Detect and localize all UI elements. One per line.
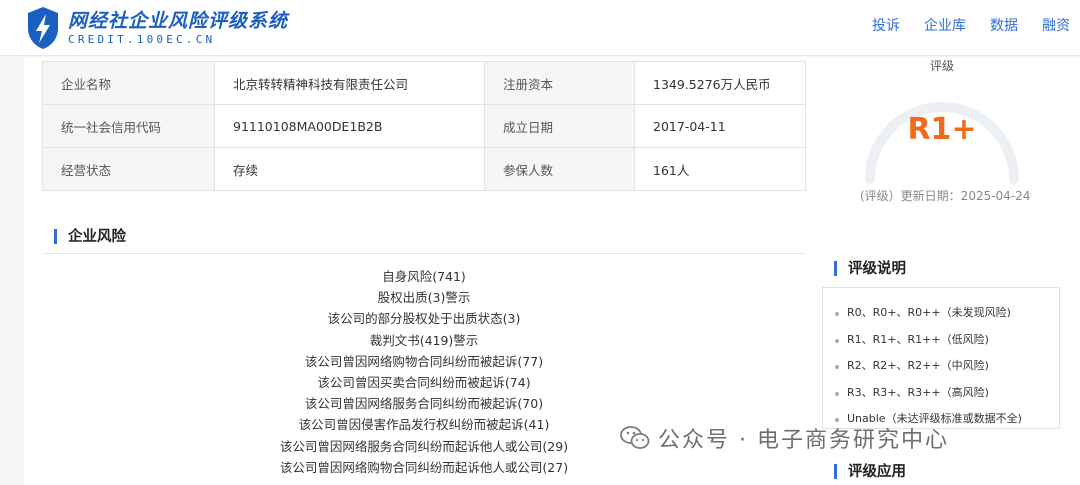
logo-subtitle: CREDIT.100EC.CN [68,33,216,46]
table-row: 企业名称 北京转转精神科技有限责任公司 注册资本 1349.5276万人民币 [42,61,806,105]
label-registered-capital: 注册资本 [484,61,635,105]
list-item: R2、R2+、R2++（中风险) [823,353,1059,380]
list-item[interactable]: 该公司的部分股权处于出质状态(3) [42,308,806,329]
list-item: R0、R0+、R0++（未发现风险) [823,300,1059,327]
list-item[interactable]: 该公司曾因网络购物合同纠纷而起诉他人或公司(27) [42,457,806,478]
watermark-text: 公众号 · 电子商务研究中心 [658,428,949,453]
site-logo[interactable]: 网经社企业风险评级系统 CREDIT.100EC.CN [26,6,288,50]
value-founded-date: 2017-04-11 [634,104,806,148]
list-item[interactable]: 自身风险(741) [42,266,806,287]
value-registered-capital: 1349.5276万人民币 [634,61,806,105]
rating-apply-title: 评级应用 [834,463,906,481]
nav-financing[interactable]: 融资 [1042,16,1070,36]
rating-value: R1+ [907,112,977,147]
value-status: 存续 [214,147,485,191]
value-credit-code: 91110108MA00DE1B2B [214,104,485,148]
main-content: 企业名称 北京转转精神科技有限责任公司 注册资本 1349.5276万人民币 统… [24,57,1080,485]
watermark: 公众号 · 电子商务研究中心 [620,422,949,454]
table-row: 统一社会信用代码 91110108MA00DE1B2B 成立日期 2017-04… [42,104,806,148]
list-item[interactable]: 该公司曾因网络服务合同纠纷而被起诉(70) [42,393,806,414]
table-row: 经营状态 存续 参保人数 161人 [42,147,806,191]
list-item: R3、R3+、R3++（高风险) [823,380,1059,407]
value-insured-count: 161人 [634,147,806,191]
nav-company-library[interactable]: 企业库 [924,16,966,36]
list-item[interactable]: 股权出质(3)警示 [42,287,806,308]
shield-bolt-icon [28,7,58,49]
nav-complaint[interactable]: 投诉 [872,16,900,36]
top-nav: 投诉 企业库 数据 融资 [848,16,1070,36]
list-item[interactable]: 裁判文书(419)警示 [42,330,806,351]
logo-title: 网经社企业风险评级系统 [68,10,289,32]
list-item[interactable]: 该公司曾因网络购物合同纠纷而被起诉(77) [42,351,806,372]
risk-section-title: 企业风险 [54,228,126,246]
label-status: 经营状态 [42,147,215,191]
company-info-table: 企业名称 北京转转精神科技有限责任公司 注册资本 1349.5276万人民币 统… [42,61,806,191]
list-item[interactable]: 该公司曾因买卖合同纠纷而被起诉(74) [42,372,806,393]
label-insured-count: 参保人数 [484,147,635,191]
value-company-name: 北京转转精神科技有限责任公司 [214,61,485,105]
rating-legend-box: R0、R0+、R0++（未发现风险) R1、R1+、R1++（低风险) R2、R… [822,287,1060,429]
label-company-name: 企业名称 [42,61,215,105]
label-credit-code: 统一社会信用代码 [42,104,215,148]
list-item: R1、R1+、R1++（低风险) [823,327,1059,354]
wechat-icon [620,426,650,449]
divider [42,253,806,254]
top-header: 网经社企业风险评级系统 CREDIT.100EC.CN 投诉 企业库 数据 融资 [0,0,1080,56]
rating-update-date: (评级）更新日期：2025-04-24 [860,189,1031,203]
nav-data[interactable]: 数据 [990,16,1018,36]
label-founded-date: 成立日期 [484,104,635,148]
rating-label: 评级 [929,59,954,73]
rating-explain-title: 评级说明 [834,260,906,278]
